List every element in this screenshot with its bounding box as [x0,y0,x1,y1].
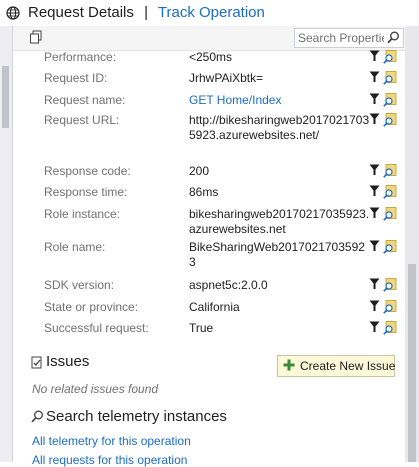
filter-icon[interactable] [369,71,380,83]
search-properties-box[interactable] [294,28,404,48]
property-value-link[interactable]: GET Home/Index [189,93,371,108]
track-operation-link[interactable]: Track Operation [158,4,265,21]
filter-icon[interactable] [369,300,380,312]
search-telemetry-button-icon[interactable] [383,185,397,199]
property-label: Request name: [44,93,126,107]
property-label: Response code: [44,164,131,178]
title-bar: Request Details | Track Operation [0,0,419,26]
property-actions [369,93,403,108]
search-telemetry-button-icon[interactable] [383,240,397,254]
property-label: SDK version: [44,278,115,292]
filter-icon[interactable] [369,185,380,197]
property-actions [369,240,403,255]
property-value: JrhwPAiXbtk= [189,71,264,85]
property-label: Request ID: [44,71,108,85]
filter-icon[interactable] [369,278,380,290]
property-label: Response time: [44,185,128,199]
property-actions [369,321,403,336]
left-scrollbar-thumb[interactable] [2,66,9,128]
issues-heading-text: Issues [46,353,90,370]
property-label: Role instance: [44,207,121,221]
filter-icon[interactable] [369,321,380,333]
search-telemetry-button-icon[interactable] [383,278,397,292]
search-icon[interactable] [387,31,400,44]
property-actions [369,207,403,222]
property-value: California [189,300,240,314]
issues-checklist-icon [31,356,42,369]
title-text: Request Details [28,4,134,21]
property-value: 200 [189,164,210,178]
property-actions [369,278,403,293]
property-value: BikeSharingWeb20170217035923 [189,240,365,269]
property-actions [369,300,403,315]
filter-icon[interactable] [369,240,380,252]
property-actions [369,113,403,128]
properties-toolbar [13,26,405,51]
filter-icon[interactable] [369,113,380,125]
search-telemetry-button-icon[interactable] [383,50,397,64]
property-label: State or province: [44,300,139,314]
no-issues-text: No related issues found [32,382,159,396]
property-label: Role name: [44,240,106,254]
search-telemetry-button-icon[interactable] [383,71,397,85]
all-requests-link[interactable]: All requests for this operation [32,453,187,467]
filter-icon[interactable] [369,207,380,219]
properties-pages-icon[interactable] [29,30,43,44]
title-separator: | [144,4,148,21]
search-properties-input[interactable] [298,30,384,45]
search-telemetry-button-icon[interactable] [383,300,397,314]
property-value: <250ms [189,50,233,64]
search-telemetry-button-icon[interactable] [383,164,397,178]
search-telemetry-button-icon[interactable] [383,93,397,107]
search-telemetry-button-icon[interactable] [383,207,397,221]
property-actions [369,50,403,65]
property-value: 86ms [189,185,219,199]
left-scrollbar[interactable] [0,26,13,462]
filter-icon[interactable] [369,50,380,62]
property-value: http://bikesharingweb20170217035923.azur… [189,113,370,142]
search-telemetry-icon [31,410,43,423]
all-telemetry-link[interactable]: All telemetry for this operation [32,434,191,448]
vertical-scrollbar-thumb[interactable] [408,264,416,462]
page-title: Request Details | Track Operation [28,4,265,21]
filter-icon[interactable] [369,164,380,176]
plus-icon [283,359,295,371]
property-value: True [189,321,214,335]
globe-icon [6,6,20,20]
search-telemetry-heading-text: Search telemetry instances [46,408,227,425]
filter-icon[interactable] [369,93,380,105]
property-value: bikesharingweb20170217035923.azurewebsit… [189,207,370,236]
property-actions [369,71,403,86]
property-label: Successful request: [44,321,149,335]
properties-panel: Performance: <250ms Request ID: JrhwPAiXbtk… [13,26,405,467]
property-actions [369,164,403,179]
property-label: Performance: [44,50,117,64]
create-new-issue-button[interactable]: Create New Issue [277,355,395,377]
search-telemetry-button-icon[interactable] [383,321,397,335]
search-telemetry-button-icon[interactable] [383,113,397,127]
property-actions [369,185,403,200]
create-new-issue-label: Create New Issue [300,359,396,373]
property-value: aspnet5c:2.0.0 [189,278,268,292]
vertical-scrollbar[interactable] [405,26,419,462]
property-label: Request URL: [44,113,120,127]
